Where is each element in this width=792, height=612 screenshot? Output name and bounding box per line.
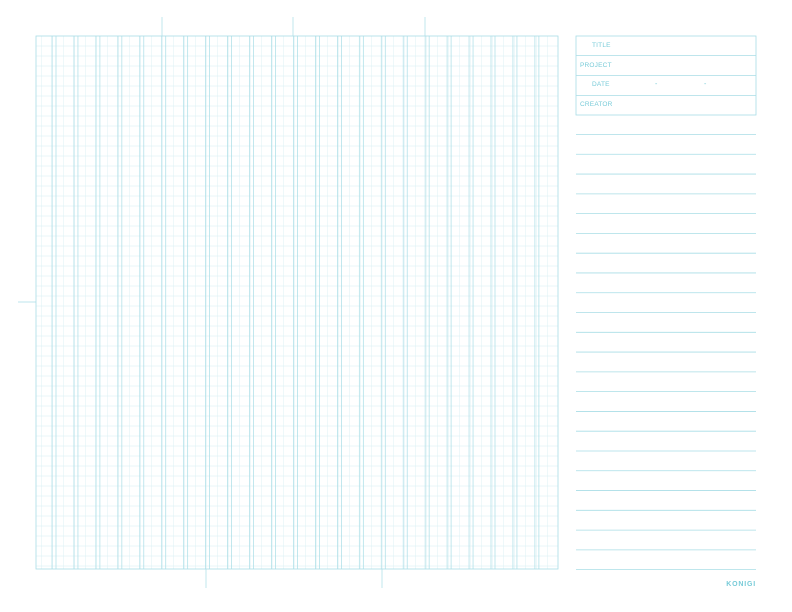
creator-label: CREATOR xyxy=(580,101,613,108)
crop-marks xyxy=(18,17,426,588)
date-label: DATE xyxy=(592,81,610,88)
project-label: PROJECT xyxy=(580,62,612,69)
grid-minor-lines xyxy=(36,36,558,569)
brand-logo: KONIGI xyxy=(726,581,756,588)
date-separator: - xyxy=(655,81,658,88)
note-lines xyxy=(576,134,756,571)
storyboard-sheet xyxy=(18,17,757,588)
date-separator: - xyxy=(704,81,707,88)
title-label: TITLE xyxy=(592,42,611,49)
